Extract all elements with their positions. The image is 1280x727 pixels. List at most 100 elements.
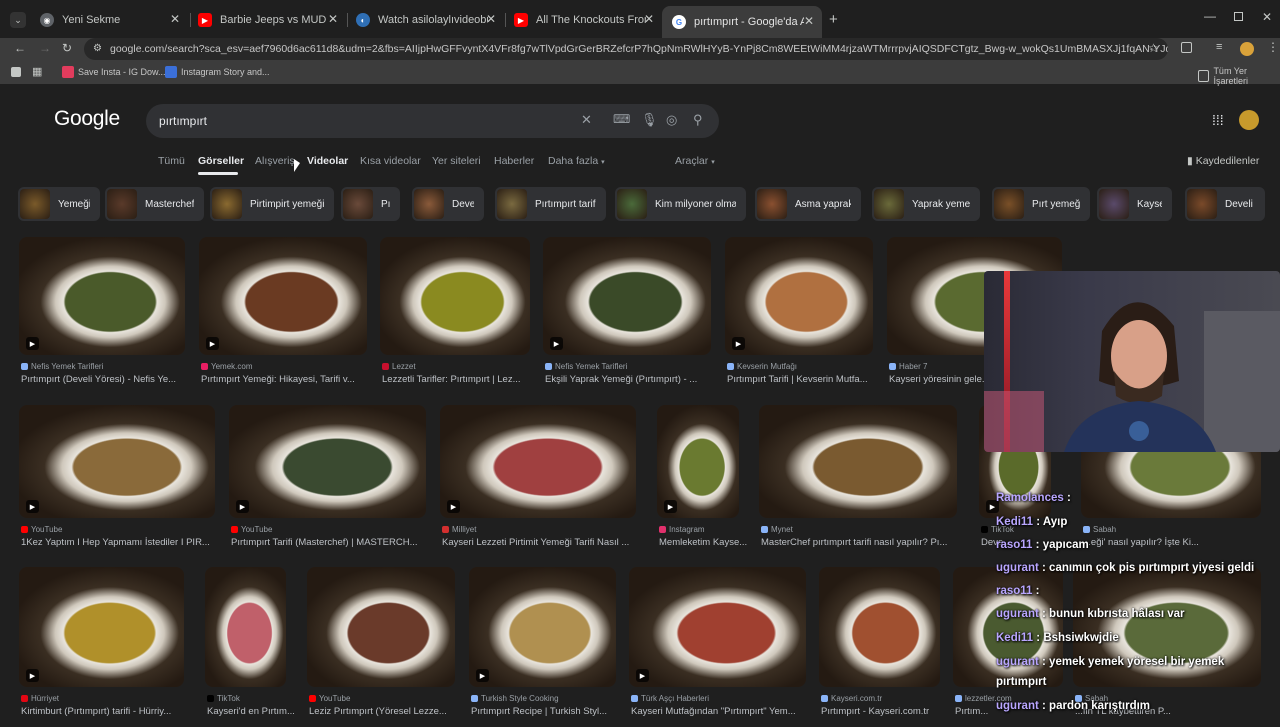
result-title[interactable]: Pırtımpırt (Develi Yöresi) - Nefis Ye...: [21, 374, 193, 385]
result-title[interactable]: Kirtimburt (Pırtımpırt) tarifi - Hürriy.…: [21, 706, 192, 717]
result-thumbnail[interactable]: [725, 237, 873, 355]
tab-short-videos[interactable]: Kısa videolar: [360, 155, 421, 167]
chip-5[interactable]: Pırtımpırt tarifi: [495, 187, 606, 221]
tab-group-icon[interactable]: [11, 67, 21, 77]
image-result[interactable]: ▶ Türk Aşçı Haberleri Kayseri Mutfağından …: [629, 567, 806, 727]
account-avatar[interactable]: [1239, 110, 1259, 130]
lens-icon[interactable]: ◎: [666, 112, 677, 128]
back-icon[interactable]: ←: [14, 41, 26, 55]
result-thumbnail[interactable]: [380, 237, 530, 355]
new-tab-icon[interactable]: +: [829, 11, 838, 28]
image-result[interactable]: Kayseri.com.tr Pırtımpırt - Kayseri.com.t…: [819, 567, 940, 727]
result-title[interactable]: Pırtımpırt Tarifi | Kevserin Mutfa...: [727, 374, 881, 385]
google-logo[interactable]: Google: [54, 107, 120, 131]
chip-8[interactable]: Yaprak yemegi: [872, 187, 980, 221]
reload-icon[interactable]: ↻: [62, 41, 72, 55]
image-result[interactable]: ▶ Milliyet Kayseri Lezzeti Pirtimit Yemeği…: [440, 405, 636, 558]
close-tab-icon[interactable]: ✕: [170, 12, 180, 26]
result-title[interactable]: Lezzetli Tarifler: Pırtımpırt | Lez...: [382, 374, 538, 385]
tab-barbie-jeeps[interactable]: ▶Barbie Jeeps vs MUD HILL (Big✕: [188, 6, 346, 34]
tab-all[interactable]: Tümü: [158, 155, 185, 167]
chip-4[interactable]: Develi: [412, 187, 484, 221]
profile-icon[interactable]: [1240, 42, 1254, 56]
search-query[interactable]: pırtımpırt: [159, 114, 207, 128]
tab-images[interactable]: Görseller: [198, 155, 244, 167]
apps-icon[interactable]: ▦: [32, 65, 42, 78]
result-thumbnail[interactable]: [205, 567, 286, 687]
result-title[interactable]: Kayseri Mutfağından "Pırtımpırt" Yem...: [631, 706, 814, 717]
image-result[interactable]: ▶ Instagram Memleketim Kayse...: [657, 405, 747, 558]
chip-6[interactable]: Kim milyoner olmak: [615, 187, 746, 221]
result-title[interactable]: Kayseri Lezzeti Pirtimit Yemeği Tarifi N…: [442, 537, 644, 548]
clear-icon[interactable]: ✕: [581, 112, 592, 128]
result-title[interactable]: Pırtımpırt Yemeği: Hikayesi, Tarifi v...: [201, 374, 375, 385]
result-title[interactable]: Memleketim Kayse...: [659, 537, 747, 548]
result-thumbnail[interactable]: [759, 405, 957, 518]
keyboard-icon[interactable]: ⌨: [613, 112, 630, 126]
chip-9[interactable]: Pırt yemeği: [992, 187, 1090, 221]
result-thumbnail[interactable]: [629, 567, 806, 687]
result-thumbnail[interactable]: [19, 237, 185, 355]
image-result[interactable]: ▶ Kevserin Mutfağı Pırtımpırt Tarifi | Kev…: [725, 237, 873, 395]
chip-2[interactable]: Pirtimpirt yemeği: [210, 187, 334, 221]
result-title[interactable]: Pırtımpırt Tarifi (Masterchef) | MASTERC…: [231, 537, 434, 548]
microphone-icon[interactable]: 🎙: [641, 112, 658, 128]
tab-google-search[interactable]: Gpırtımpırt - Google'da Ara✕: [662, 6, 822, 38]
tab-shopping[interactable]: Alışveriş: [255, 155, 295, 167]
result-title[interactable]: Pırtımpırt - Kayseri.com.tr: [821, 706, 948, 717]
chip-0[interactable]: Yemeği: [18, 187, 100, 221]
address-bar[interactable]: ⚙ google.com/search?sca_esv=aef7960d6ac61…: [84, 38, 1168, 60]
site-info-icon[interactable]: ⚙: [93, 38, 102, 60]
result-title[interactable]: Pırtımpırt Recipe | Turkish Styl...: [471, 706, 624, 717]
minimize-icon[interactable]: —: [1204, 9, 1216, 23]
chip-7[interactable]: Asma yapraklı: [755, 187, 861, 221]
image-result[interactable]: ▶ YouTube 1Kez Yaptım I Hep Yapmamı İstedi…: [19, 405, 215, 558]
saved-button[interactable]: ▮ Kaydedilenler: [1187, 155, 1259, 167]
bookmark-all[interactable]: Tüm Yer İşaretleri: [1198, 66, 1280, 86]
tab-search-icon[interactable]: ⌄: [10, 12, 26, 28]
image-result[interactable]: ▶ YouTube Pırtımpırt Tarifi (Masterchef) |…: [229, 405, 426, 558]
image-result[interactable]: Mynet MasterChef pırtımpırt tarifi nasıl …: [759, 405, 957, 558]
result-thumbnail[interactable]: [19, 405, 215, 518]
image-result[interactable]: ▶ Turkish Style Cooking Pırtımpırt Recipe …: [469, 567, 616, 727]
tab-news[interactable]: Haberler: [494, 155, 534, 167]
result-title[interactable]: Ekşili Yaprak Yemeği (Pırtımpırt) - ...: [545, 374, 719, 385]
tab-more[interactable]: Daha fazla ▾: [548, 155, 605, 167]
google-apps-icon[interactable]: ⁞⁞⁞: [1212, 112, 1224, 128]
search-icon[interactable]: ⚲: [693, 112, 703, 128]
result-thumbnail[interactable]: [307, 567, 455, 687]
chip-3[interactable]: Pırt: [341, 187, 400, 221]
tab-web[interactable]: Yer siteleri: [432, 155, 481, 167]
chip-1[interactable]: Masterchef: [105, 187, 204, 221]
result-thumbnail[interactable]: [819, 567, 940, 687]
forward-icon[interactable]: →: [39, 41, 51, 55]
result-thumbnail[interactable]: [19, 567, 184, 687]
search-box[interactable]: pırtımpırt ✕ ⌨ 🎙 ◎ ⚲: [146, 104, 719, 138]
image-result[interactable]: ▶ Nefis Yemek Tarifleri Pırtımpırt (Develi…: [19, 237, 185, 395]
result-thumbnail[interactable]: [199, 237, 367, 355]
media-icon[interactable]: ≡: [1216, 41, 1222, 53]
result-title[interactable]: Kayseri'd en Pırtım...: [207, 706, 294, 717]
image-result[interactable]: ▶ Yemek.com Pırtımpırt Yemeği: Hikayesi, T…: [199, 237, 367, 395]
result-title[interactable]: 1Kez Yaptım I Hep Yapmamı İstediler I PI…: [21, 537, 223, 548]
image-result[interactable]: TikTok Kayseri'd en Pırtım...: [205, 567, 294, 727]
image-result[interactable]: Lezzet Lezzetli Tarifler: Pırtımpırt | Le…: [380, 237, 530, 395]
image-result[interactable]: ▶ Hürriyet Kirtimburt (Pırtımpırt) tarifi …: [19, 567, 184, 727]
result-title[interactable]: MasterChef pırtımpırt tarifi nasıl yapıl…: [761, 537, 965, 548]
tab-videos[interactable]: Videolar: [307, 155, 348, 167]
result-thumbnail[interactable]: [440, 405, 636, 518]
result-thumbnail[interactable]: [543, 237, 711, 355]
chip-10[interactable]: Kayseri: [1097, 187, 1172, 221]
tab-yeni-sekme[interactable]: ◉ Yeni Sekme ✕: [30, 6, 188, 34]
result-title[interactable]: Leziz Pırtımpırt (Yöresel Lezze...: [309, 706, 463, 717]
tools-button[interactable]: Araçlar ▾: [675, 155, 715, 167]
bookmark-star-icon[interactable]: ☆: [1148, 41, 1159, 55]
tab-knockouts[interactable]: ▶All The Knockouts From Battleb✕: [504, 6, 662, 34]
extensions-icon[interactable]: [1181, 42, 1192, 53]
chip-11[interactable]: Develi y: [1185, 187, 1265, 221]
menu-icon[interactable]: ⋮: [1267, 40, 1279, 54]
close-tab-icon[interactable]: ✕: [486, 12, 496, 26]
close-tab-icon[interactable]: ✕: [804, 14, 814, 28]
image-result[interactable]: YouTube Leziz Pırtımpırt (Yöresel Lezze..…: [307, 567, 455, 727]
image-result[interactable]: ▶ Nefis Yemek Tarifleri Ekşili Yaprak Yeme…: [543, 237, 711, 395]
